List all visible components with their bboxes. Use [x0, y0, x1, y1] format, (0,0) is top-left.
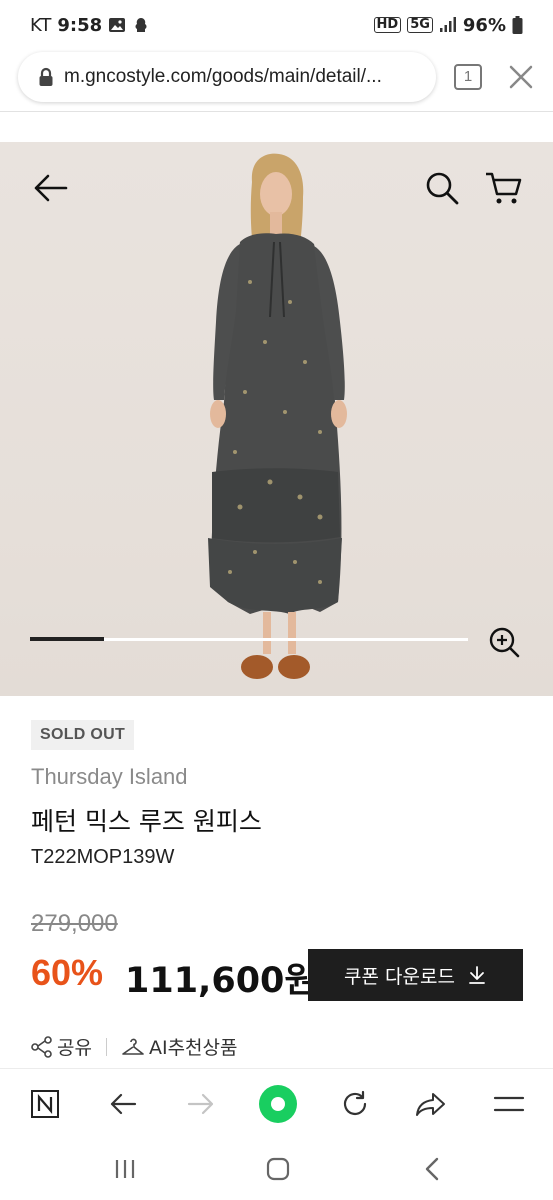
- download-icon: [469, 966, 485, 984]
- green-dot-icon: [259, 1085, 297, 1123]
- home-icon[interactable]: [263, 1154, 293, 1184]
- product-code: T222MOP139W: [31, 846, 175, 868]
- actions-divider: [105, 1037, 107, 1056]
- forward-share-icon: [416, 1093, 445, 1116]
- product-image-gallery[interactable]: [0, 142, 553, 696]
- share-button[interactable]: 공유: [31, 1033, 92, 1060]
- menu-button[interactable]: [492, 1087, 526, 1121]
- product-info: SOLD OUT Thursday Island 페턴 믹스 루즈 원피스 T2…: [31, 720, 531, 1001]
- share-icon: [31, 1035, 52, 1058]
- refresh-button[interactable]: [338, 1087, 372, 1121]
- address-bar[interactable]: m.gncostyle.com/goods/main/detail/...: [18, 52, 436, 102]
- green-home-button[interactable]: [258, 1084, 298, 1124]
- battery-percent: 96%: [462, 14, 506, 36]
- zoom-in-icon[interactable]: [488, 626, 520, 658]
- lock-icon: [39, 67, 53, 86]
- search-icon[interactable]: [424, 170, 460, 206]
- product-photo: [208, 153, 347, 679]
- cart-icon[interactable]: [484, 170, 522, 206]
- share-page-button[interactable]: [414, 1087, 448, 1121]
- app-notification-icon: [135, 18, 147, 32]
- ai-recommend-button[interactable]: AI추천상품: [121, 1033, 238, 1060]
- product-name: 페턴 믹스 루즈 원피스: [31, 807, 262, 836]
- clock: 9:58: [57, 14, 103, 36]
- system-nav-bar: [0, 1138, 553, 1200]
- gallery-progress-bar: [30, 637, 468, 641]
- url-text[interactable]: m.gncostyle.com/goods/main/detail/...: [64, 66, 382, 88]
- hamburger-menu-icon: [493, 1096, 525, 1112]
- sale-price: 111,600원: [125, 961, 317, 1001]
- network-5g-icon: 5G: [407, 17, 433, 33]
- coupon-download-label: 쿠폰 다운로드: [344, 965, 455, 988]
- discount-rate: 60%: [31, 952, 104, 993]
- status-bar: KT 9:58 HD 5G 96%: [0, 0, 553, 50]
- product-actions: 공유 AI추천상품: [31, 1033, 238, 1060]
- gallery-notification-icon: [109, 18, 126, 32]
- back-arrow-icon: [110, 1093, 137, 1115]
- hanger-icon: [122, 1038, 144, 1055]
- share-label: 공유: [57, 1037, 92, 1059]
- recent-apps-icon[interactable]: [110, 1154, 140, 1184]
- signal-icon: [439, 17, 456, 32]
- close-icon[interactable]: [506, 62, 536, 92]
- ai-recommend-label: AI추천상품: [148, 1037, 238, 1059]
- hd-voice-icon: HD: [373, 17, 402, 33]
- naver-home-button[interactable]: [28, 1087, 62, 1121]
- back-nav-icon[interactable]: [418, 1154, 448, 1184]
- battery-icon: [512, 16, 523, 34]
- back-button[interactable]: [106, 1087, 140, 1121]
- browser-address-area: m.gncostyle.com/goods/main/detail/... 1: [0, 50, 553, 112]
- forward-button[interactable]: [184, 1087, 218, 1121]
- arrow-left-icon[interactable]: [30, 172, 70, 204]
- tab-count-button[interactable]: 1: [454, 64, 482, 90]
- brand-name[interactable]: Thursday Island: [31, 764, 531, 790]
- gallery-progress-fill: [30, 637, 105, 641]
- naver-n-icon: [31, 1090, 59, 1118]
- status-badge: SOLD OUT: [31, 720, 135, 750]
- original-price: 279,000: [31, 910, 118, 937]
- forward-arrow-icon: [187, 1093, 214, 1115]
- carrier-label: KT: [30, 14, 52, 36]
- browser-toolbar: [0, 1068, 553, 1138]
- refresh-icon: [343, 1090, 367, 1116]
- coupon-download-button[interactable]: 쿠폰 다운로드: [308, 949, 523, 1001]
